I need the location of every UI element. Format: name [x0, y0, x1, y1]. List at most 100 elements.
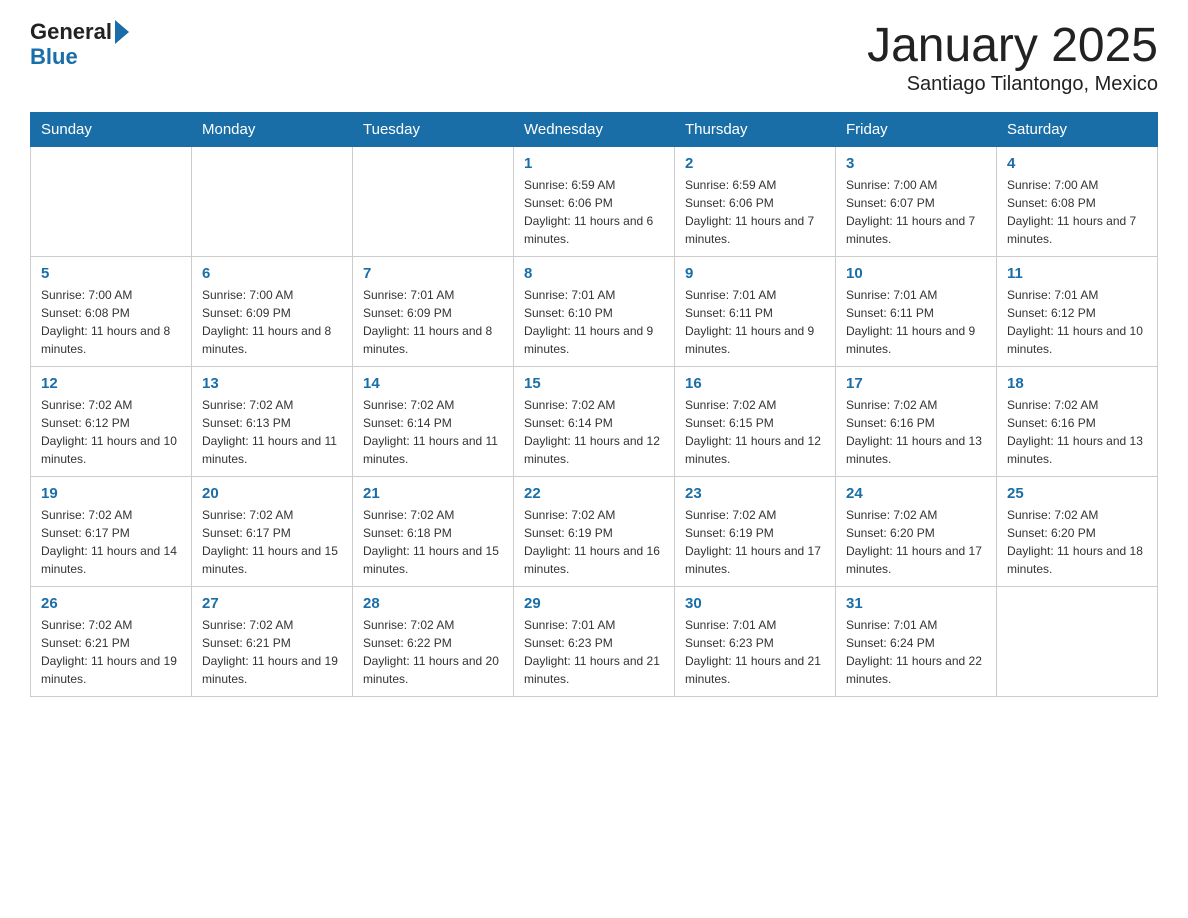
calendar-cell: 4Sunrise: 7:00 AMSunset: 6:08 PMDaylight… [997, 146, 1158, 256]
day-info: Sunrise: 6:59 AMSunset: 6:06 PMDaylight:… [685, 176, 825, 248]
day-info: Sunrise: 7:01 AMSunset: 6:23 PMDaylight:… [524, 616, 664, 688]
calendar-cell: 17Sunrise: 7:02 AMSunset: 6:16 PMDayligh… [836, 366, 997, 476]
day-info: Sunrise: 7:02 AMSunset: 6:19 PMDaylight:… [685, 506, 825, 578]
day-number: 3 [846, 155, 986, 172]
day-info: Sunrise: 7:02 AMSunset: 6:17 PMDaylight:… [41, 506, 181, 578]
calendar-cell: 24Sunrise: 7:02 AMSunset: 6:20 PMDayligh… [836, 476, 997, 586]
day-number: 18 [1007, 375, 1147, 392]
calendar-week-1: 1Sunrise: 6:59 AMSunset: 6:06 PMDaylight… [31, 146, 1158, 256]
day-info: Sunrise: 7:02 AMSunset: 6:13 PMDaylight:… [202, 396, 342, 468]
calendar-cell: 28 Sunrise: 7:02 AMSunset: 6:22 PMDayligh… [353, 586, 514, 696]
day-number: 30 [685, 595, 825, 612]
day-info: Sunrise: 7:00 AMSunset: 6:09 PMDaylight:… [202, 286, 342, 358]
day-number: 6 [202, 265, 342, 282]
calendar-cell: 18Sunrise: 7:02 AMSunset: 6:16 PMDayligh… [997, 366, 1158, 476]
day-number: 15 [524, 375, 664, 392]
day-number: 7 [363, 265, 503, 282]
calendar-cell: 2 Sunrise: 6:59 AMSunset: 6:06 PMDaylight… [675, 146, 836, 256]
day-number: 2 [685, 155, 825, 172]
day-info: Sunrise: 7:01 AMSunset: 6:24 PMDaylight:… [846, 616, 986, 688]
day-info: Sunrise: 7:02 AMSunset: 6:19 PMDaylight:… [524, 506, 664, 578]
calendar-cell: 5 Sunrise: 7:00 AMSunset: 6:08 PMDaylight… [31, 256, 192, 366]
calendar-week-4: 19 Sunrise: 7:02 AMSunset: 6:17 PMDayligh… [31, 476, 1158, 586]
weekday-header-wednesday: Wednesday [514, 112, 675, 146]
day-number: 13 [202, 375, 342, 392]
weekday-header-sunday: Sunday [31, 112, 192, 146]
calendar-cell [192, 146, 353, 256]
calendar-cell: 16Sunrise: 7:02 AMSunset: 6:15 PMDayligh… [675, 366, 836, 476]
day-number: 21 [363, 485, 503, 502]
day-number: 9 [685, 265, 825, 282]
day-info: Sunrise: 7:02 AMSunset: 6:16 PMDaylight:… [846, 396, 986, 468]
day-info: Sunrise: 7:02 AMSunset: 6:20 PMDaylight:… [1007, 506, 1147, 578]
day-number: 12 [41, 375, 181, 392]
calendar-week-5: 26 Sunrise: 7:02 AMSunset: 6:21 PMDayligh… [31, 586, 1158, 696]
day-info: Sunrise: 6:59 AMSunset: 6:06 PMDaylight:… [524, 176, 664, 248]
calendar-cell: 12 Sunrise: 7:02 AMSunset: 6:12 PMDayligh… [31, 366, 192, 476]
day-info: Sunrise: 7:00 AMSunset: 6:07 PMDaylight:… [846, 176, 986, 248]
day-info: Sunrise: 7:02 AMSunset: 6:18 PMDaylight:… [363, 506, 503, 578]
calendar-cell: 22 Sunrise: 7:02 AMSunset: 6:19 PMDayligh… [514, 476, 675, 586]
weekday-header-saturday: Saturday [997, 112, 1158, 146]
day-info: Sunrise: 7:02 AMSunset: 6:15 PMDaylight:… [685, 396, 825, 468]
day-info: Sunrise: 7:01 AMSunset: 6:23 PMDaylight:… [685, 616, 825, 688]
logo-arrow-icon [115, 20, 129, 44]
calendar-cell: 9Sunrise: 7:01 AMSunset: 6:11 PMDaylight… [675, 256, 836, 366]
calendar-cell: 3 Sunrise: 7:00 AMSunset: 6:07 PMDaylight… [836, 146, 997, 256]
day-info: Sunrise: 7:02 AMSunset: 6:21 PMDaylight:… [41, 616, 181, 688]
calendar-cell: 11Sunrise: 7:01 AMSunset: 6:12 PMDayligh… [997, 256, 1158, 366]
title-block: January 2025 Santiago Tilantongo, Mexico [867, 20, 1158, 96]
logo: General Blue [30, 20, 131, 70]
day-number: 29 [524, 595, 664, 612]
day-number: 28 [363, 595, 503, 612]
weekday-header-thursday: Thursday [675, 112, 836, 146]
day-info: Sunrise: 7:00 AMSunset: 6:08 PMDaylight:… [41, 286, 181, 358]
calendar-cell [31, 146, 192, 256]
calendar-cell: 26 Sunrise: 7:02 AMSunset: 6:21 PMDayligh… [31, 586, 192, 696]
calendar-week-2: 5 Sunrise: 7:00 AMSunset: 6:08 PMDaylight… [31, 256, 1158, 366]
day-info: Sunrise: 7:02 AMSunset: 6:21 PMDaylight:… [202, 616, 342, 688]
page-header: General Blue January 2025 Santiago Tilan… [30, 20, 1158, 96]
day-number: 25 [1007, 485, 1147, 502]
day-info: Sunrise: 7:02 AMSunset: 6:20 PMDaylight:… [846, 506, 986, 578]
calendar-cell: 7 Sunrise: 7:01 AMSunset: 6:09 PMDaylight… [353, 256, 514, 366]
calendar-subtitle: Santiago Tilantongo, Mexico [867, 73, 1158, 96]
calendar-cell: 29 Sunrise: 7:01 AMSunset: 6:23 PMDayligh… [514, 586, 675, 696]
day-number: 5 [41, 265, 181, 282]
calendar-cell: 30 Sunrise: 7:01 AMSunset: 6:23 PMDayligh… [675, 586, 836, 696]
day-info: Sunrise: 7:02 AMSunset: 6:22 PMDaylight:… [363, 616, 503, 688]
day-info: Sunrise: 7:02 AMSunset: 6:17 PMDaylight:… [202, 506, 342, 578]
day-number: 26 [41, 595, 181, 612]
calendar-week-3: 12 Sunrise: 7:02 AMSunset: 6:12 PMDayligh… [31, 366, 1158, 476]
calendar-cell: 20 Sunrise: 7:02 AMSunset: 6:17 PMDayligh… [192, 476, 353, 586]
day-number: 19 [41, 485, 181, 502]
day-number: 22 [524, 485, 664, 502]
day-number: 20 [202, 485, 342, 502]
calendar-cell: 1Sunrise: 6:59 AMSunset: 6:06 PMDaylight… [514, 146, 675, 256]
day-number: 4 [1007, 155, 1147, 172]
calendar-cell: 6 Sunrise: 7:00 AMSunset: 6:09 PMDaylight… [192, 256, 353, 366]
day-info: Sunrise: 7:01 AMSunset: 6:09 PMDaylight:… [363, 286, 503, 358]
calendar-table: SundayMondayTuesdayWednesdayThursdayFrid… [30, 112, 1158, 697]
calendar-cell: 10Sunrise: 7:01 AMSunset: 6:11 PMDayligh… [836, 256, 997, 366]
weekday-header-friday: Friday [836, 112, 997, 146]
weekday-header-row: SundayMondayTuesdayWednesdayThursdayFrid… [31, 112, 1158, 146]
calendar-cell: 13 Sunrise: 7:02 AMSunset: 6:13 PMDayligh… [192, 366, 353, 476]
day-number: 31 [846, 595, 986, 612]
day-info: Sunrise: 7:02 AMSunset: 6:12 PMDaylight:… [41, 396, 181, 468]
day-number: 23 [685, 485, 825, 502]
day-number: 27 [202, 595, 342, 612]
day-info: Sunrise: 7:02 AMSunset: 6:14 PMDaylight:… [363, 396, 503, 468]
calendar-cell: 21 Sunrise: 7:02 AMSunset: 6:18 PMDayligh… [353, 476, 514, 586]
calendar-cell: 27 Sunrise: 7:02 AMSunset: 6:21 PMDayligh… [192, 586, 353, 696]
calendar-cell: 31 Sunrise: 7:01 AMSunset: 6:24 PMDayligh… [836, 586, 997, 696]
logo-general-text: General [30, 21, 112, 43]
day-info: Sunrise: 7:01 AMSunset: 6:10 PMDaylight:… [524, 286, 664, 358]
calendar-cell: 23 Sunrise: 7:02 AMSunset: 6:19 PMDayligh… [675, 476, 836, 586]
calendar-cell [997, 586, 1158, 696]
calendar-title: January 2025 [867, 20, 1158, 73]
day-info: Sunrise: 7:02 AMSunset: 6:14 PMDaylight:… [524, 396, 664, 468]
calendar-cell: 8Sunrise: 7:01 AMSunset: 6:10 PMDaylight… [514, 256, 675, 366]
weekday-header-tuesday: Tuesday [353, 112, 514, 146]
day-number: 14 [363, 375, 503, 392]
